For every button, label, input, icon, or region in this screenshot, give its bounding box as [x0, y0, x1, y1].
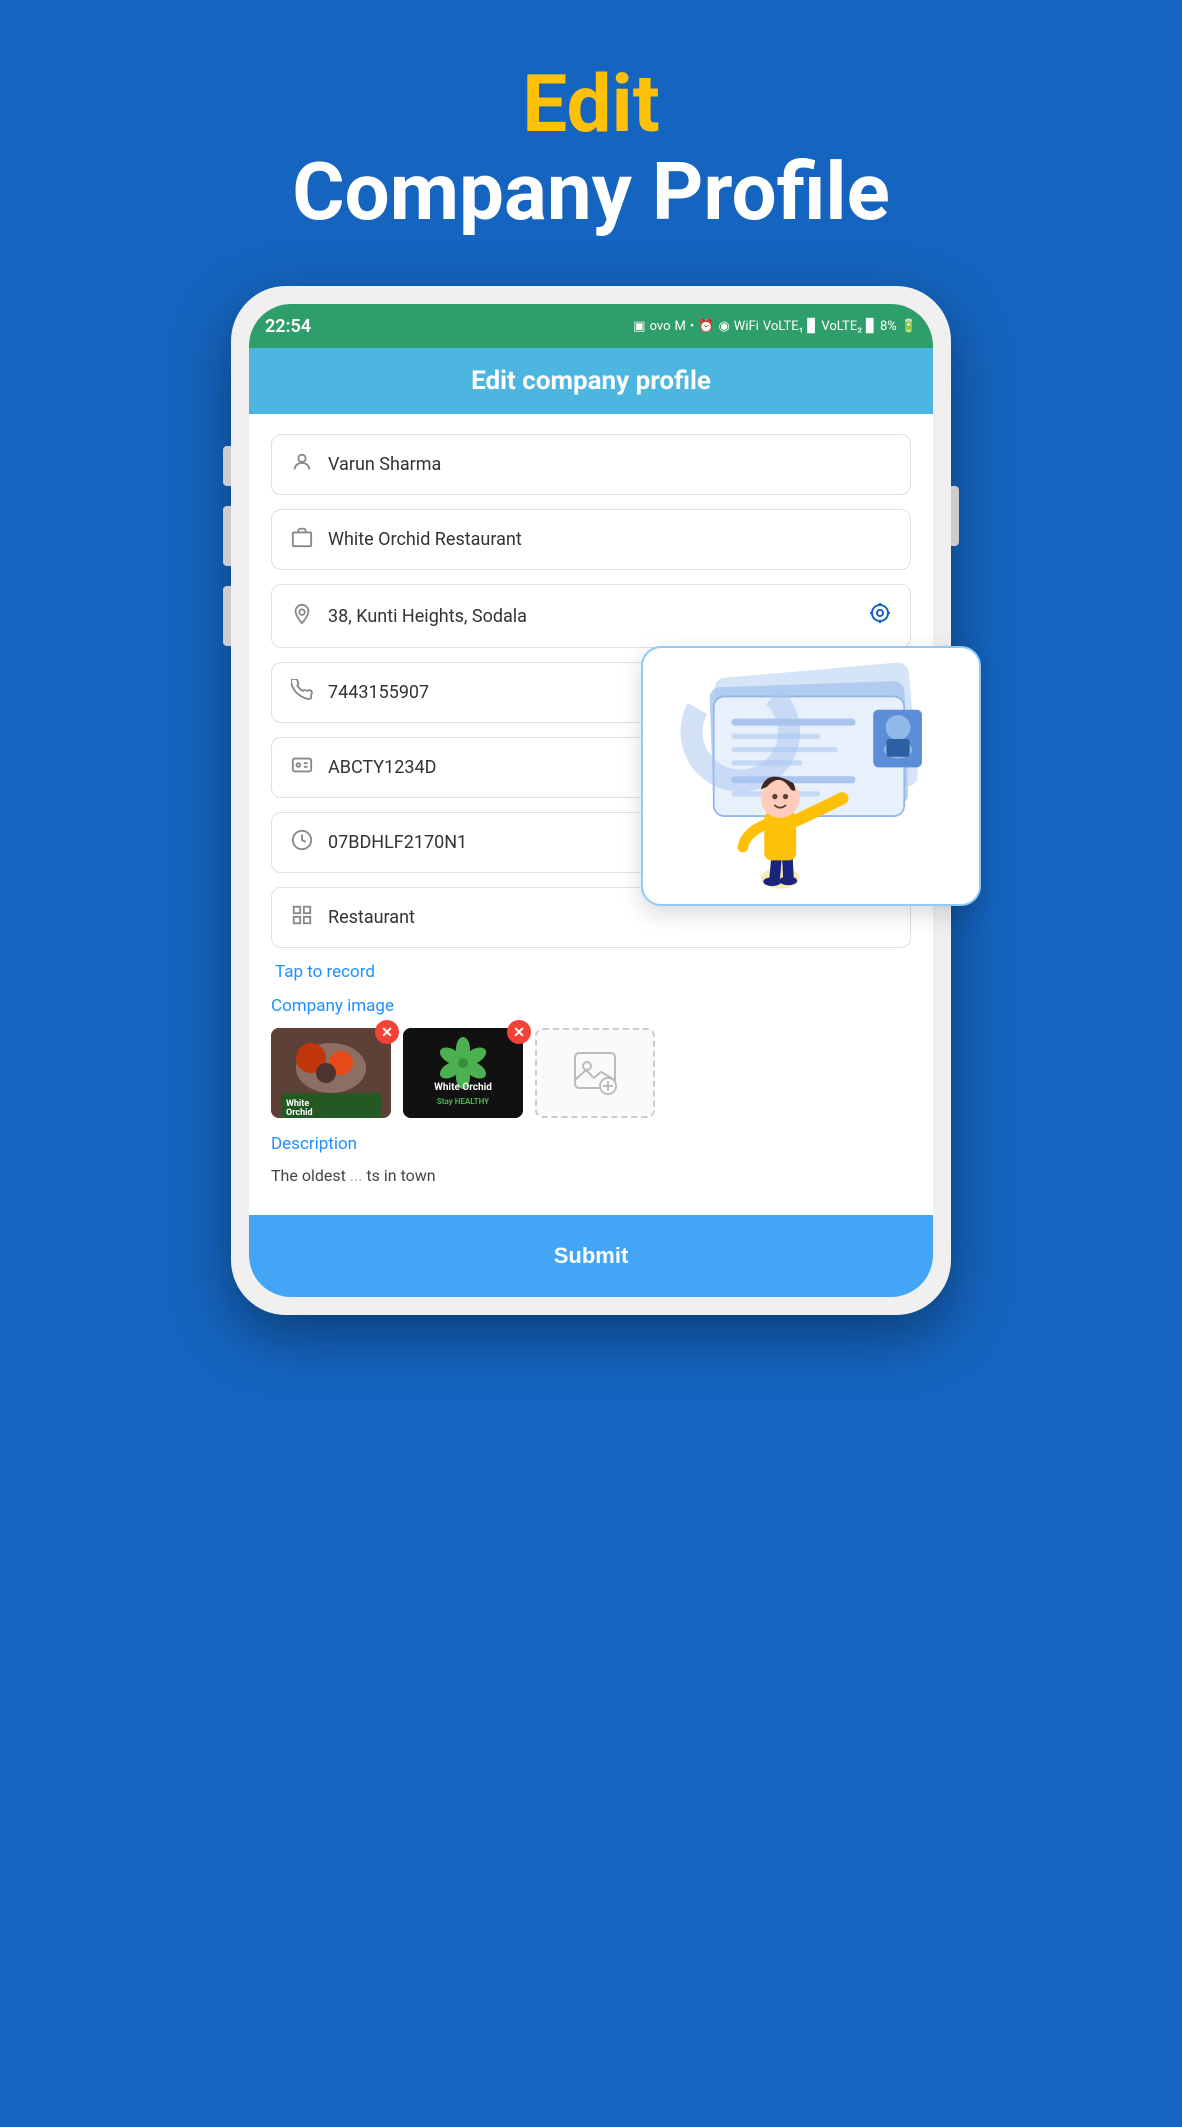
app-header: Edit company profile — [249, 348, 933, 414]
add-image-button[interactable] — [535, 1028, 655, 1118]
page-title-company: Company Profile — [292, 148, 890, 236]
svg-text:Stay HEALTHY: Stay HEALTHY — [437, 1097, 489, 1106]
app-header-title: Edit company profile — [471, 366, 711, 396]
submit-button[interactable]: Submit — [494, 1231, 689, 1281]
remove-food-image-button[interactable]: ✕ — [375, 1020, 399, 1044]
address-value: 38, Kunti Heights, Sodala — [328, 606, 854, 627]
building-icon — [290, 526, 314, 553]
address-field[interactable]: 38, Kunti Heights, Sodala — [271, 584, 911, 648]
volume-down-button — [223, 506, 231, 566]
illustration-card — [641, 646, 981, 906]
svg-text:Orchid: Orchid — [286, 1108, 313, 1118]
description-text: The oldest ... ts in town — [271, 1166, 911, 1185]
volume-up-button — [223, 446, 231, 486]
category-icon — [290, 904, 314, 931]
camera-button — [223, 586, 231, 646]
location-icon — [290, 603, 314, 630]
tap-to-record[interactable]: Tap to record — [271, 962, 911, 982]
name-field[interactable]: Varun Sharma — [271, 434, 911, 495]
gstin-icon — [290, 829, 314, 856]
page-title-edit: Edit — [292, 60, 890, 148]
power-button — [951, 486, 959, 546]
description-label: Description — [271, 1134, 911, 1154]
category-value: Restaurant — [328, 907, 892, 928]
food-image: White Orchid — [271, 1028, 391, 1118]
remove-orchid-image-button[interactable]: ✕ — [507, 1020, 531, 1044]
id-card-icon — [290, 754, 314, 781]
food-image-wrap: White Orchid ✕ — [271, 1028, 391, 1118]
status-bar: 22:54 ▣ ovo M • ⏰ ◉ WiFi VoLTE₁ ▊ VoLTE₂… — [249, 304, 933, 348]
page-title-section: Edit Company Profile — [292, 60, 890, 236]
company-value: White Orchid Restaurant — [328, 529, 892, 550]
orchid-image-wrap: White Orchid Stay HEALTHY ✕ — [403, 1028, 523, 1118]
company-field[interactable]: White Orchid Restaurant — [271, 509, 911, 570]
status-icons: ▣ ovo M • ⏰ ◉ WiFi VoLTE₁ ▊ VoLTE₂ ▊ 8% … — [633, 319, 917, 334]
orchid-image: White Orchid Stay HEALTHY — [403, 1028, 523, 1118]
person-icon — [290, 451, 314, 478]
svg-text:White Orchid: White Orchid — [434, 1082, 492, 1093]
submit-bar: Submit — [249, 1215, 933, 1297]
phone-icon — [290, 679, 314, 706]
status-time: 22:54 — [265, 316, 311, 337]
gps-icon[interactable] — [868, 601, 892, 631]
name-value: Varun Sharma — [328, 454, 892, 475]
company-image-label: Company image — [271, 996, 911, 1016]
image-row: White Orchid ✕ — [271, 1028, 911, 1118]
